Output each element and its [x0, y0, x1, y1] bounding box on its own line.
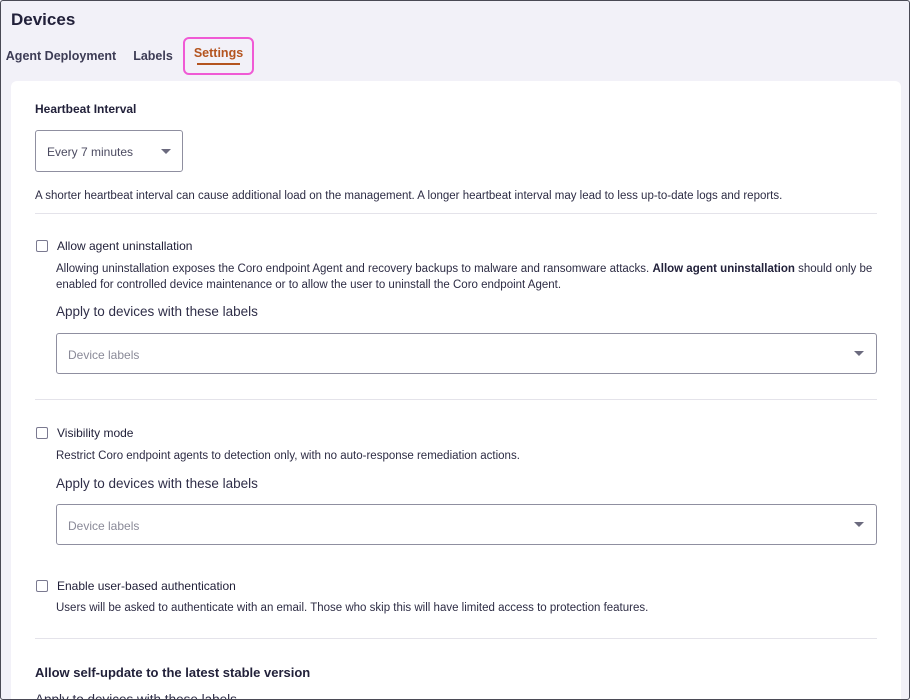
divider — [35, 399, 877, 400]
uninstall-row: Allow agent uninstallation — [36, 238, 192, 254]
uninstall-desc-text: Allowing uninstallation exposes the Coro… — [56, 263, 653, 275]
user-auth-description: Users will be asked to authenticate with… — [56, 602, 649, 614]
heartbeat-description: A shorter heartbeat interval can cause a… — [35, 190, 783, 202]
divider — [35, 638, 877, 639]
heartbeat-interval-select[interactable]: Every 7 minutes — [35, 130, 183, 172]
uninstall-description-line1: Allowing uninstallation exposes the Coro… — [56, 261, 876, 277]
uninstall-description: Allowing uninstallation exposes the Coro… — [56, 261, 876, 293]
heartbeat-title: Heartbeat Interval — [35, 102, 137, 116]
app-window: Devices Agent Deployment Labels Settings… — [0, 0, 910, 700]
page-title: Devices — [11, 10, 76, 29]
visibility-row: Visibility mode — [36, 425, 133, 441]
visibility-apply-label: Apply to devices with these labels — [56, 476, 258, 491]
heartbeat-selected-value: Every 7 minutes — [47, 145, 134, 159]
tab-label: Agent Deployment — [5, 49, 117, 63]
user-auth-label: Enable user-based authentication — [57, 579, 236, 593]
uninstall-description-line2: enabled for controlled device maintenanc… — [56, 279, 562, 291]
caret-down-icon — [854, 351, 864, 356]
visibility-labels-placeholder: Device labels — [68, 519, 140, 533]
tab-settings[interactable]: Settings — [183, 37, 254, 75]
uninstall-label: Allow agent uninstallation — [57, 239, 193, 253]
self-update-apply-label: Apply to devices with these labels — [35, 692, 237, 700]
visibility-device-labels-select[interactable]: Device labels — [56, 504, 877, 545]
caret-down-icon — [854, 522, 864, 527]
user-auth-row: Enable user-based authentication — [36, 578, 236, 594]
divider — [35, 213, 877, 214]
visibility-label: Visibility mode — [57, 426, 134, 440]
tab-labels[interactable]: Labels — [127, 37, 179, 75]
tab-label: Settings — [193, 46, 244, 60]
visibility-description: Restrict Coro endpoint agents to detecti… — [56, 450, 520, 462]
tab-agent-deployment[interactable]: Agent Deployment — [5, 37, 117, 75]
uninstall-apply-label: Apply to devices with these labels — [56, 304, 258, 319]
uninstall-checkbox[interactable] — [36, 240, 48, 252]
tab-bar: Agent Deployment Labels Settings — [1, 37, 401, 75]
uninstall-desc-bold: Allow agent uninstallation — [652, 263, 795, 275]
visibility-checkbox[interactable] — [36, 427, 48, 439]
settings-card: Heartbeat Interval Every 7 minutes A sho… — [11, 81, 901, 700]
tab-label: Labels — [133, 49, 173, 63]
uninstall-device-labels-select[interactable]: Device labels — [56, 333, 877, 374]
self-update-title: Allow self-update to the latest stable v… — [35, 665, 311, 680]
user-auth-checkbox[interactable] — [36, 580, 48, 592]
active-tab-indicator — [197, 63, 240, 65]
uninstall-labels-placeholder: Device labels — [68, 348, 140, 362]
caret-down-icon — [161, 149, 171, 154]
uninstall-desc-text-end: should only be — [794, 263, 873, 275]
